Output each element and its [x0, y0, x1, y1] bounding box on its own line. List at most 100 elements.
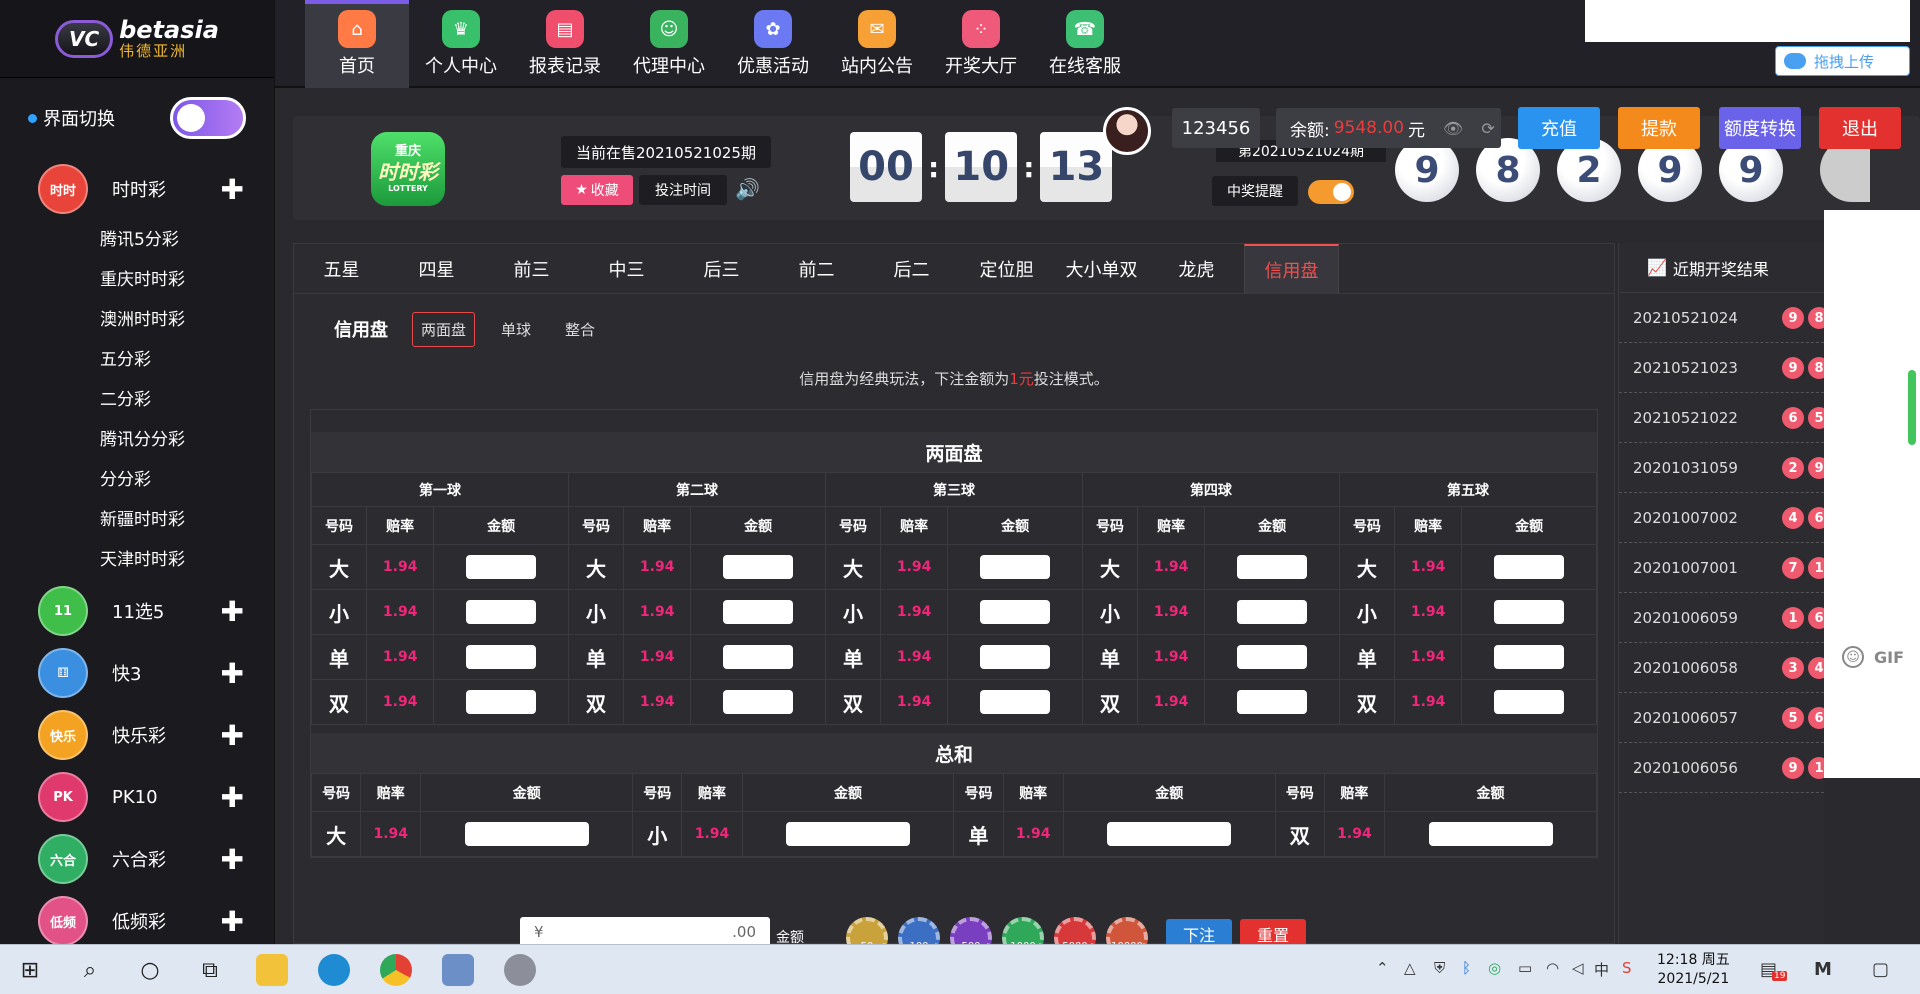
bet-amount-input[interactable]: [1237, 600, 1308, 624]
plus-icon[interactable]: ✚: [221, 595, 244, 628]
result-row[interactable]: 20210521023 9 8: [1619, 343, 1830, 393]
speaker-icon[interactable]: 🔊: [735, 177, 760, 201]
windows-start-icon[interactable]: ⊞: [14, 954, 46, 986]
result-row[interactable]: 20201006059 1 6: [1619, 593, 1830, 643]
sidebar-sub-item[interactable]: 天津时时彩: [0, 540, 274, 580]
result-row[interactable]: 20201006058 3 4: [1619, 643, 1830, 693]
bet-amount-input[interactable]: [1237, 645, 1308, 669]
system-clock[interactable]: 12:18 周五 2021/5/21: [1657, 951, 1730, 989]
bet-amount-input[interactable]: [723, 555, 794, 579]
nav-item[interactable]: ⌂ 首页: [305, 0, 409, 88]
bet-amount-input[interactable]: [466, 690, 537, 714]
bet-amount-input[interactable]: [786, 822, 911, 846]
active-app-icon[interactable]: [504, 954, 536, 986]
sidebar-category[interactable]: ⚅ 快3 ✚: [0, 642, 274, 704]
favorite-button[interactable]: ★ 收藏: [561, 175, 633, 205]
bet-amount-input[interactable]: [980, 645, 1051, 669]
ime-indicator[interactable]: 中: [1594, 959, 1609, 980]
emoji-icon[interactable]: ☺: [1842, 646, 1864, 668]
bet-amount-input[interactable]: [1428, 822, 1553, 846]
m-app-icon[interactable]: M: [1814, 959, 1832, 980]
logout-button[interactable]: 退出: [1819, 107, 1901, 149]
cortana-icon[interactable]: ○: [134, 954, 166, 986]
play-tab[interactable]: 五星: [294, 244, 389, 293]
sidebar-sub-item[interactable]: 五分彩: [0, 340, 274, 380]
sidebar-sub-item[interactable]: 二分彩: [0, 380, 274, 420]
bet-amount-input[interactable]: [466, 555, 537, 579]
nav-item[interactable]: ♛ 个人中心: [409, 0, 513, 88]
bet-amount-input[interactable]: [1494, 600, 1565, 624]
bet-time-button[interactable]: 投注时间: [639, 175, 727, 205]
plus-icon[interactable]: ✚: [221, 173, 244, 206]
sidebar-sub-item[interactable]: 重庆时时彩: [0, 260, 274, 300]
play-tab[interactable]: 前二: [769, 244, 864, 293]
result-row[interactable]: 20210521022 6 5: [1619, 393, 1830, 443]
bet-amount-input[interactable]: [464, 822, 589, 846]
sidebar-category[interactable]: 低频 低频彩 ✚: [0, 890, 274, 952]
subtab-single-ball[interactable]: 单球: [493, 313, 539, 346]
gif-button[interactable]: GIF: [1874, 648, 1904, 667]
bet-amount-input[interactable]: [1494, 645, 1565, 669]
network-app-icon[interactable]: [442, 954, 474, 986]
win-remind-toggle[interactable]: [1308, 180, 1354, 204]
file-explorer-icon[interactable]: [256, 954, 288, 986]
bluetooth-icon[interactable]: ᛒ: [1462, 959, 1471, 977]
sidebar-category[interactable]: 11 11选5 ✚: [0, 580, 274, 642]
recharge-button[interactable]: 充值: [1518, 107, 1600, 149]
wifi-icon[interactable]: ◠: [1546, 959, 1559, 977]
refresh-icon[interactable]: ⟳: [1481, 119, 1494, 138]
sidebar-sub-item[interactable]: 腾讯分分彩: [0, 420, 274, 460]
nav-item[interactable]: ✿ 优惠活动: [721, 0, 825, 88]
result-row[interactable]: 20201006057 5 6: [1619, 693, 1830, 743]
search-icon[interactable]: ⌕: [74, 954, 106, 986]
brand-logo[interactable]: VC betasia 伟德亚洲: [0, 0, 274, 78]
plus-icon[interactable]: ✚: [221, 843, 244, 876]
battery-icon[interactable]: ▭: [1518, 959, 1532, 977]
transfer-button[interactable]: 额度转换: [1719, 107, 1801, 149]
bet-amount-input[interactable]: [723, 690, 794, 714]
chrome-icon[interactable]: [380, 954, 412, 986]
sidebar-sub-item[interactable]: 澳洲时时彩: [0, 300, 274, 340]
play-tab[interactable]: 后二: [864, 244, 959, 293]
amount-input[interactable]: ¥ .00: [520, 917, 770, 947]
sidebar-category[interactable]: 六合 六合彩 ✚: [0, 828, 274, 890]
sidebar-sub-item[interactable]: 分分彩: [0, 460, 274, 500]
bet-amount-input[interactable]: [723, 600, 794, 624]
play-tab[interactable]: 中三: [579, 244, 674, 293]
plus-icon[interactable]: ✚: [221, 719, 244, 752]
nav-item[interactable]: ⁘ 开奖大厅: [929, 0, 1033, 88]
result-row[interactable]: 20201007001 7 1: [1619, 543, 1830, 593]
play-tab[interactable]: 信用盘: [1244, 244, 1339, 293]
bet-amount-input[interactable]: [1107, 822, 1232, 846]
play-tab[interactable]: 大小单双: [1054, 244, 1149, 293]
subtab-combined[interactable]: 整合: [557, 313, 603, 346]
bet-amount-input[interactable]: [1237, 555, 1308, 579]
eye-icon[interactable]: 👁: [1443, 119, 1463, 138]
security-icon[interactable]: ⛨: [1434, 959, 1445, 977]
plus-icon[interactable]: ✚: [221, 781, 244, 814]
result-row[interactable]: 20201006056 9 1: [1619, 743, 1830, 793]
sync-icon[interactable]: ◎: [1488, 959, 1501, 977]
chevron-up-icon[interactable]: ⌃: [1376, 959, 1389, 977]
drag-upload-button[interactable]: 拖拽上传: [1775, 46, 1910, 76]
nav-item[interactable]: ☺ 代理中心: [617, 0, 721, 88]
edge-icon[interactable]: [318, 954, 350, 986]
avatar[interactable]: [1103, 107, 1151, 155]
subtab-two-sides[interactable]: 两面盘: [412, 311, 476, 347]
play-tab[interactable]: 后三: [674, 244, 769, 293]
bet-amount-input[interactable]: [466, 600, 537, 624]
bet-amount-input[interactable]: [1237, 690, 1308, 714]
nav-item[interactable]: ☎ 在线客服: [1033, 0, 1137, 88]
bet-amount-input[interactable]: [723, 645, 794, 669]
sidebar-category[interactable]: 时时 时时彩 ✚: [0, 158, 274, 220]
result-row[interactable]: 20210521024 9 8: [1619, 293, 1830, 343]
bet-amount-input[interactable]: [466, 645, 537, 669]
task-view-icon[interactable]: ⧉: [194, 954, 226, 986]
notification-icon[interactable]: △: [1404, 959, 1416, 977]
result-row[interactable]: 20201031059 2 9: [1619, 443, 1830, 493]
bet-amount-input[interactable]: [1494, 690, 1565, 714]
sidebar-category[interactable]: 快乐 快乐彩 ✚: [0, 704, 274, 766]
plus-icon[interactable]: ✚: [221, 905, 244, 938]
play-tab[interactable]: 定位胆: [959, 244, 1054, 293]
bet-amount-input[interactable]: [980, 690, 1051, 714]
